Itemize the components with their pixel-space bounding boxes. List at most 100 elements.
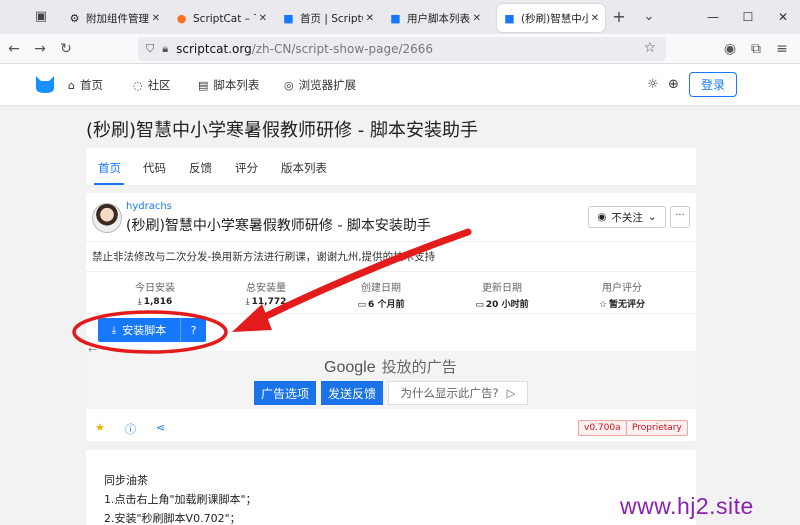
extensions-icon[interactable]: ⧉ <box>746 39 766 59</box>
question-icon: ? <box>190 323 197 337</box>
maximize-icon[interactable]: ☐ <box>737 6 759 28</box>
install-script-button[interactable]: ⤓ 安装脚本 <box>98 318 180 342</box>
divider <box>86 241 696 242</box>
menu-icon[interactable]: ≡ <box>772 39 792 59</box>
login-button[interactable]: 登录 <box>689 72 737 97</box>
content-line: 1.点击右上角"加载刷课脚本"； <box>104 493 257 506</box>
theme-sun-icon[interactable]: ☼ <box>647 77 659 92</box>
reload-icon[interactable]: ↻ <box>56 39 76 59</box>
license-tag: Proprietary <box>626 420 688 436</box>
script-card: hydrachs (秒刷)智慧中小学寒暑假教师研修 - 脚本安装助手 ◉ 不关注… <box>86 193 696 441</box>
divider <box>86 271 696 272</box>
divider <box>86 313 696 314</box>
install-help-button[interactable]: ? <box>180 318 206 342</box>
close-icon[interactable]: ✕ <box>152 13 160 24</box>
browser-tab-script-list[interactable]: ■ 用户脚本列表 - ✕ <box>383 4 487 32</box>
lock-icon: 🔒︎ <box>162 42 169 55</box>
nav-label: 社区 <box>147 78 171 92</box>
stat-label: 今日安装 <box>135 283 175 294</box>
tab-versions[interactable]: 版本列表 <box>281 160 327 176</box>
scriptcat-icon: ■ <box>283 11 294 25</box>
tab-title: 用户脚本列表 - <box>407 12 470 25</box>
content-line: 2.安装"秒刷脚本V0.702"； <box>104 512 241 525</box>
browser-tab-download[interactable]: ● ScriptCat – 下载 ✕ <box>169 4 273 32</box>
follow-button[interactable]: ◉ 不关注 ⌄ <box>588 206 666 228</box>
close-icon[interactable]: ✕ <box>366 13 374 24</box>
browser-navbar: ← → ↻ ⛉ 🔒︎ scriptcat.org/zh-CN/script-sh… <box>0 34 800 64</box>
nav-script-list[interactable]: ▤ 脚本列表 <box>198 77 259 93</box>
home-icon: ⌂ <box>68 78 75 92</box>
nav-label: 首页 <box>79 78 103 92</box>
browser-tab-script[interactable]: ■ (秒刷)智慧中小 ✕ <box>497 4 605 32</box>
download-icon: ⤓ <box>245 297 250 307</box>
new-tab-icon[interactable]: + <box>610 8 628 26</box>
window-close-icon[interactable]: ✕ <box>772 6 794 28</box>
stat-rating: 用户评分 ☆ 暂无评分 <box>572 279 672 310</box>
url-host: scriptcat.org <box>176 42 252 56</box>
stat-label: 更新日期 <box>482 283 522 294</box>
star-icon[interactable]: ★ <box>95 421 105 434</box>
download-icon: ⤓ <box>111 324 117 336</box>
globe-icon[interactable]: ⊕ <box>668 77 679 92</box>
close-icon[interactable]: ✕ <box>259 13 267 24</box>
url-bar[interactable]: ⛉ 🔒︎ scriptcat.org/zh-CN/script-show-pag… <box>138 37 666 61</box>
ad-title: Google 投放的广告 <box>324 356 457 377</box>
chevron-down-icon[interactable]: ⌄ <box>640 8 658 26</box>
script-content: 同步油茶 1.点击右上角"加载刷课脚本"； 2.安装"秒刷脚本V0.702"； <box>86 450 696 525</box>
forward-arrow-icon[interactable]: → <box>30 39 50 59</box>
stat-created: 创建日期 ▭ 6 个月前 <box>331 279 431 310</box>
ad-options-button[interactable]: 广告选项 <box>254 381 316 405</box>
tab-code[interactable]: 代码 <box>143 160 166 176</box>
chrome-icon: ◎ <box>284 78 294 92</box>
chat-icon: ◌ <box>133 78 143 92</box>
watermark: www.hj2.site <box>620 493 754 519</box>
tab-title: 首页 | ScriptCat <box>300 12 363 25</box>
avatar[interactable] <box>92 203 122 233</box>
close-icon[interactable]: ✕ <box>473 13 481 24</box>
stat-total-installs: 总安装量 ⤓ 11,772 <box>216 279 316 307</box>
browser-tab-addons[interactable]: ⚙ 附加组件管理器 ✕ <box>62 4 166 32</box>
install-label: 安装脚本 <box>122 324 167 337</box>
ad-area: ← Google 投放的广告 广告选项 发送反馈 为什么显示此广告? ▷ <box>86 343 696 409</box>
tab-title: ScriptCat – 下载 <box>193 12 256 25</box>
tab-list-icon[interactable]: ▣ <box>32 8 50 26</box>
nav-home[interactable]: ⌂ 首页 <box>68 77 103 93</box>
info-icon[interactable]: ⓘ <box>125 421 136 437</box>
bookmark-star-icon[interactable]: ☆ <box>643 40 656 56</box>
share-icon[interactable]: ⋖ <box>156 421 165 434</box>
content-line: 同步油茶 <box>104 474 148 487</box>
stat-value: 20 小时前 <box>485 300 529 310</box>
nav-browser-extension[interactable]: ◎ 浏览器扩展 <box>284 77 356 93</box>
back-arrow-icon[interactable]: ← <box>4 39 24 59</box>
stat-updated: 更新日期 ▭ 20 小时前 <box>452 279 552 310</box>
scriptcat-logo[interactable] <box>34 74 56 94</box>
ad-why-label: 为什么显示此广告? <box>400 386 499 400</box>
ad-why-button[interactable]: 为什么显示此广告? ▷ <box>388 381 528 405</box>
star-icon: ☆ <box>598 300 608 310</box>
close-icon[interactable]: ✕ <box>591 13 599 24</box>
tab-title: 附加组件管理器 <box>86 12 149 25</box>
script-tabs: 首页 代码 反馈 评分 版本列表 <box>86 148 696 186</box>
stat-label: 创建日期 <box>361 283 401 294</box>
tab-rating[interactable]: 评分 <box>235 160 258 176</box>
tab-home[interactable]: 首页 <box>98 160 121 176</box>
stat-label: 用户评分 <box>602 283 642 294</box>
stat-today-installs: 今日安装 ⤓ 1,816 <box>105 279 205 307</box>
more-button[interactable]: ··· <box>670 206 690 228</box>
stat-value: 暂无评分 <box>609 300 646 310</box>
card-footer: ★ ⓘ ⋖ v0.700a Proprietary <box>86 415 696 441</box>
scriptcat-icon: ■ <box>390 11 401 25</box>
minimize-icon[interactable]: — <box>702 6 724 28</box>
ad-feedback-button[interactable]: 发送反馈 <box>321 381 383 405</box>
ad-back-arrow-icon[interactable]: ← <box>88 343 97 356</box>
author-link[interactable]: hydrachs <box>126 201 172 212</box>
scriptcat-icon: ■ <box>504 11 515 25</box>
browser-tab-home[interactable]: ■ 首页 | ScriptCat ✕ <box>276 4 380 32</box>
nav-community[interactable]: ◌ 社区 <box>133 77 171 93</box>
stat-label: 总安装量 <box>246 283 286 294</box>
account-icon[interactable]: ◉ <box>720 39 740 59</box>
chevron-down-icon: ⌄ <box>647 211 657 223</box>
script-description: 禁止非法修改与二次分发-换用新方法进行刷课，谢谢九州,提供的技术支持 <box>92 251 436 263</box>
list-icon: ▤ <box>198 78 209 92</box>
tab-feedback[interactable]: 反馈 <box>189 160 212 176</box>
